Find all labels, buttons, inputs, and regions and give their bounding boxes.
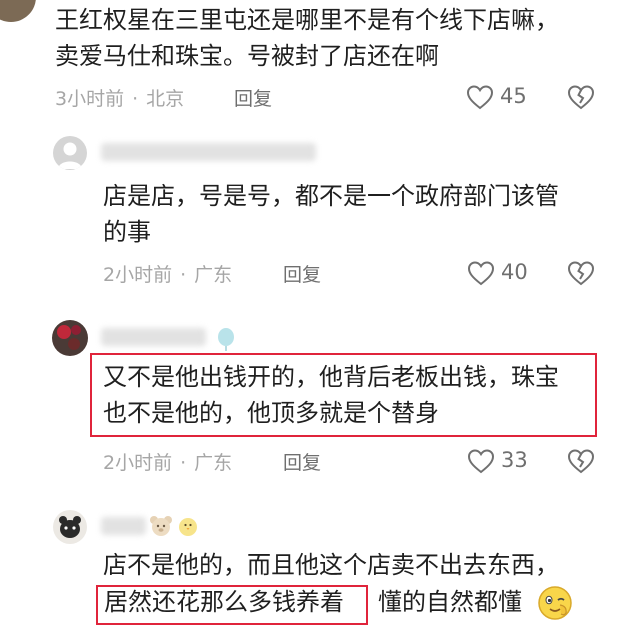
timestamp: 2小时前 bbox=[103, 264, 173, 286]
comment-text-line: 懂的自然都懂 bbox=[378, 588, 522, 616]
avatar[interactable] bbox=[52, 320, 88, 356]
broken-heart-icon[interactable] bbox=[567, 260, 595, 286]
like-count: 33 bbox=[501, 448, 528, 472]
avatar[interactable] bbox=[53, 510, 87, 544]
broken-heart-icon[interactable] bbox=[567, 84, 595, 110]
ip-location: 广东 bbox=[194, 264, 233, 286]
balloon-icon bbox=[214, 327, 238, 351]
chick-emoji-icon bbox=[176, 514, 200, 538]
username[interactable] bbox=[101, 517, 146, 535]
bear-emoji-icon bbox=[148, 514, 174, 538]
timestamp: 3小时前 bbox=[55, 88, 125, 110]
like-count: 45 bbox=[500, 84, 527, 108]
timestamp: 2小时前 bbox=[103, 452, 173, 474]
comment-text-line: 的事 bbox=[103, 218, 151, 246]
reply-button[interactable]: 回复 bbox=[283, 260, 321, 287]
avatar[interactable] bbox=[0, 0, 36, 22]
comment-text-line: 王红权星在三里屯还是哪里不是有个线下店嘛， bbox=[55, 6, 559, 34]
comment-text-line: 居然还花那么多钱养着 bbox=[104, 588, 344, 616]
avatar[interactable] bbox=[53, 136, 87, 170]
comment-meta: 2小时前 · 广东 bbox=[103, 264, 233, 286]
comment-meta: 2小时前 · 广东 bbox=[103, 452, 233, 474]
comment-text-line: 店是店，号是号，都不是一个政府部门该管 bbox=[103, 182, 559, 210]
broken-heart-icon[interactable] bbox=[567, 448, 595, 474]
heart-outline-icon[interactable] bbox=[467, 260, 495, 286]
heart-outline-icon[interactable] bbox=[466, 84, 494, 110]
comment-text-line: 卖爱马仕和珠宝。号被封了店还在啊 bbox=[55, 42, 439, 70]
comment-text-line: 又不是他出钱开的，他背后老板出钱，珠宝 bbox=[103, 363, 559, 391]
ip-location: 北京 bbox=[146, 88, 185, 110]
username[interactable] bbox=[101, 143, 316, 161]
wink-emoji-icon bbox=[537, 585, 573, 621]
reply-button[interactable]: 回复 bbox=[234, 84, 272, 111]
reply-button[interactable]: 回复 bbox=[283, 448, 321, 475]
heart-outline-icon[interactable] bbox=[467, 448, 495, 474]
comment-text-line: 店不是他的，而且他这个店卖不出去东西， bbox=[103, 551, 559, 579]
like-count: 40 bbox=[501, 260, 528, 284]
comment-text-line: 也不是他的，他顶多就是个替身 bbox=[103, 399, 439, 427]
ip-location: 广东 bbox=[194, 452, 233, 474]
comment-meta: 3小时前 · 北京 bbox=[55, 88, 185, 110]
username[interactable] bbox=[101, 328, 206, 346]
